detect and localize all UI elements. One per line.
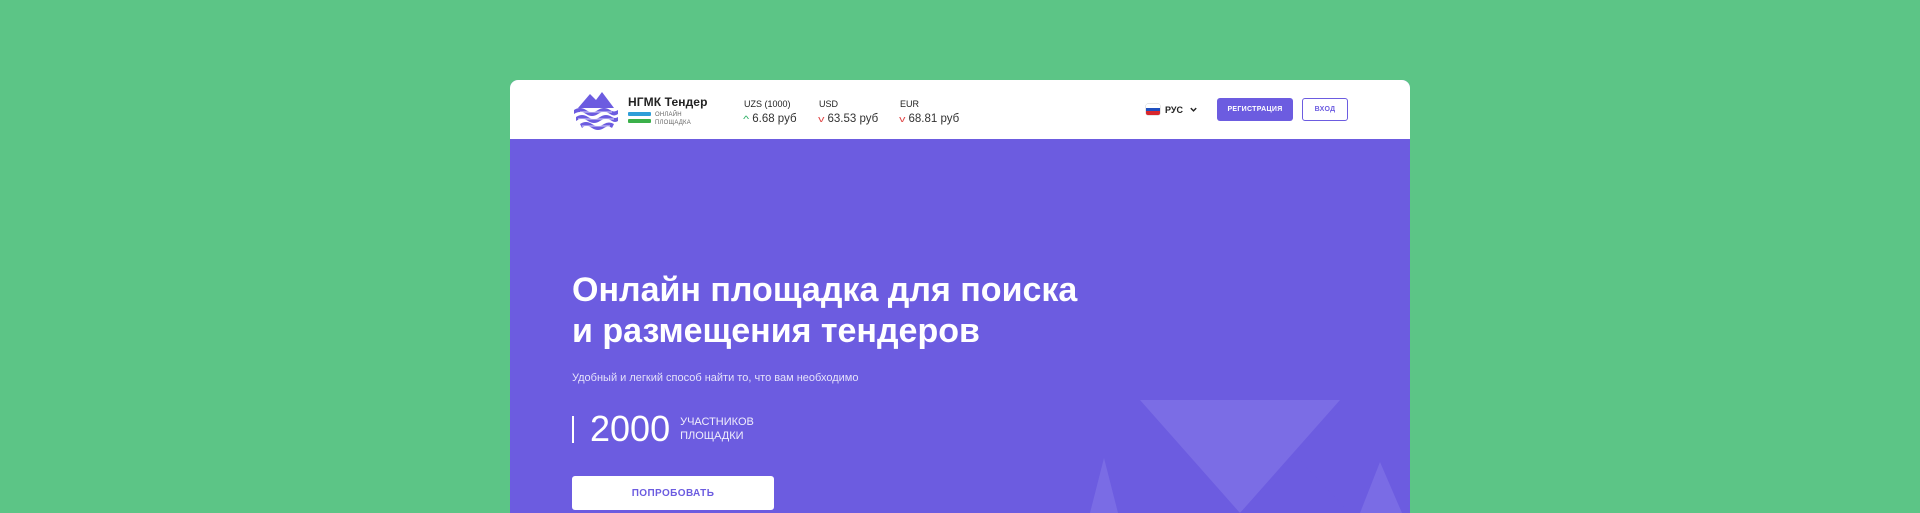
brand-bars (628, 112, 651, 123)
rate-value: 63.53 руб (827, 113, 879, 125)
brand-title: НГМК Тендер (628, 95, 708, 109)
rate-value-row: v 63.53 руб (818, 113, 879, 125)
arrow-down-icon: v (818, 114, 825, 124)
russia-flag-icon (1146, 104, 1160, 115)
brand-tagline-line2: ПЛОЩАДКА (655, 120, 691, 126)
hero-title-line1: Онлайн площадка для поиска (572, 271, 1078, 309)
rate-value: 6.68 руб (752, 113, 797, 125)
rate-value-row: v 68.81 руб (899, 113, 960, 125)
hero-subtitle: Удобный и легкий способ найти то, что ва… (572, 372, 859, 384)
participants-stat: 2000 УЧАСТНИКОВ ПЛОЩАДКИ (572, 409, 754, 449)
login-button[interactable]: ВХОД (1302, 98, 1348, 121)
chevron-down-icon (1190, 107, 1197, 112)
brand-tagline-line1: ОНЛАЙН (655, 112, 682, 118)
register-button[interactable]: РЕГИСТРАЦИЯ (1217, 98, 1293, 121)
brand-bar-blue (628, 112, 651, 116)
rate-label: EUR (900, 99, 920, 109)
site-header: НГМК Тендер ОНЛАЙН ПЛОЩАДКА UZS (1000) ^… (510, 80, 1410, 139)
page-frame: НГМК Тендер ОНЛАЙН ПЛОЩАДКА UZS (1000) ^… (510, 80, 1410, 513)
hero-title: Онлайн площадка для поиска и размещения … (572, 270, 1172, 352)
brand-tagline: ОНЛАЙН ПЛОЩАДКА (655, 111, 691, 127)
language-label: РУС (1165, 104, 1183, 115)
rate-value-row: ^ 6.68 руб (743, 113, 797, 125)
rate-usd: USD v 63.53 руб (818, 99, 879, 125)
arrow-up-icon: ^ (743, 114, 750, 124)
decorative-triangles (1090, 400, 1402, 513)
stat-label: УЧАСТНИКОВ ПЛОЩАДКИ (680, 415, 754, 443)
rate-value: 68.81 руб (908, 113, 960, 125)
stat-divider (572, 415, 574, 443)
try-button[interactable]: ПОПРОБОВАТЬ (572, 476, 774, 510)
brand-bar-green (628, 119, 651, 123)
rate-label: USD (819, 99, 839, 109)
hero-title-line2: и размещения тендеров (572, 312, 980, 350)
brand-block: НГМК Тендер ОНЛАЙН ПЛОЩАДКА (628, 95, 708, 127)
rate-label: UZS (1000) (744, 99, 791, 109)
logo-icon[interactable] (572, 88, 620, 132)
rate-uzs: UZS (1000) ^ 6.68 руб (743, 99, 797, 125)
language-selector[interactable]: РУС (1146, 104, 1198, 115)
rate-eur: EUR v 68.81 руб (899, 99, 960, 125)
stat-number: 2000 (590, 408, 671, 449)
stat-label-line2: ПЛОЩАДКИ (680, 430, 744, 442)
arrow-down-icon: v (899, 114, 906, 124)
stat-label-line1: УЧАСТНИКОВ (680, 416, 754, 428)
brand-subtitle: ОНЛАЙН ПЛОЩАДКА (628, 111, 708, 127)
